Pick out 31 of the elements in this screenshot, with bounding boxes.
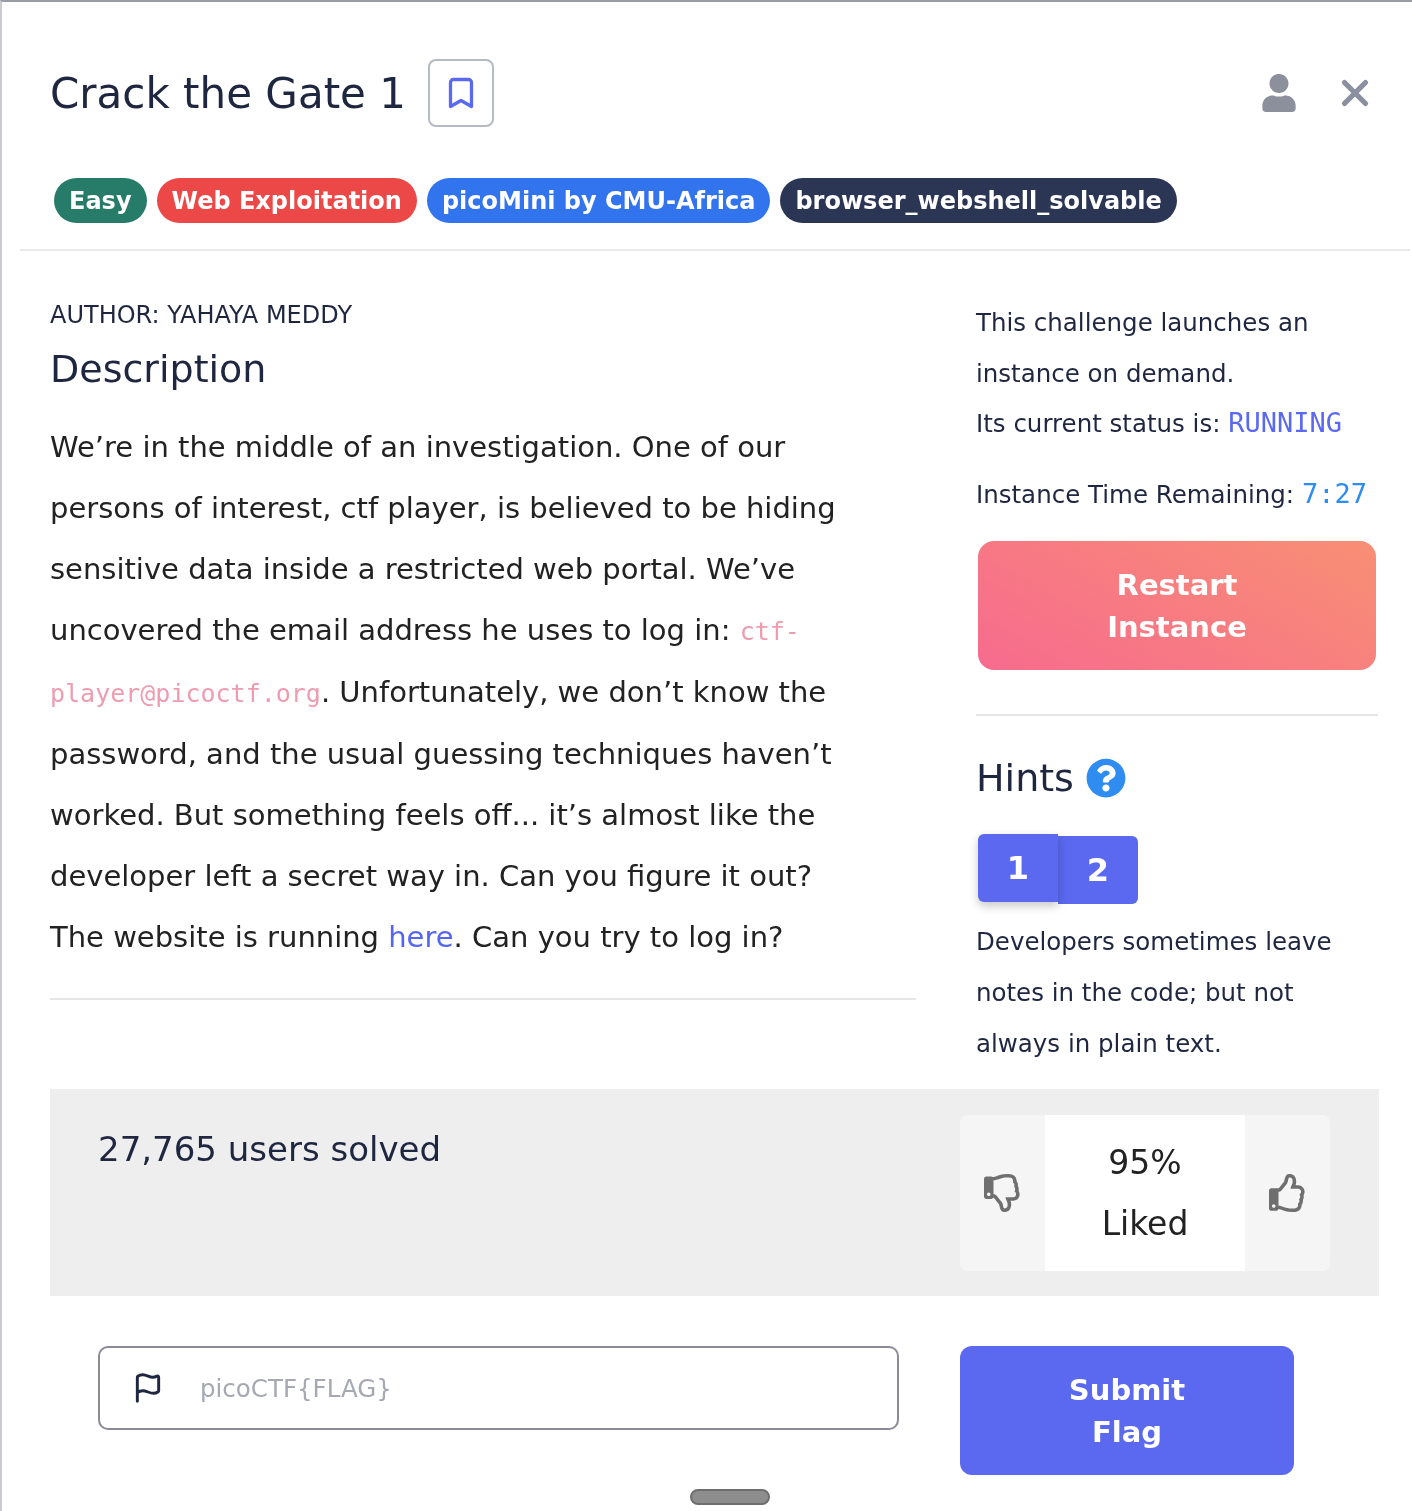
tag: browser_webshell_solvable — [780, 178, 1177, 223]
hints-heading: Hints — [976, 756, 1074, 800]
time-value: 7:27 — [1301, 478, 1367, 509]
submit-flag-button[interactable]: Submit Flag — [960, 1346, 1294, 1475]
hint-tab[interactable]: 1 — [978, 834, 1058, 902]
link[interactable]: here — [388, 920, 454, 954]
author-text: AUTHOR: YAHAYA MEDDY — [50, 301, 354, 329]
hint-text: Developers sometimes leave notes in the code; but not always in plain text. — [976, 926, 1333, 1060]
rating-percent: 95% — [1108, 1143, 1182, 1182]
user-icon — [1260, 74, 1298, 112]
description-heading: Description — [50, 347, 268, 391]
tag: Easy — [54, 178, 147, 223]
status-value: RUNNING — [1228, 407, 1343, 438]
bookmark-button[interactable] — [428, 59, 495, 127]
solved-count: 27,765 users solved — [98, 1129, 442, 1169]
rating-label: Liked — [1101, 1204, 1189, 1243]
user-button[interactable] — [1260, 74, 1298, 112]
time-label: Instance Time Remaining: — [976, 480, 1296, 509]
flag-input-field[interactable]: picoCTF{FLAG} — [98, 1346, 899, 1430]
tag: picoMini by CMU-Africa — [426, 178, 771, 223]
hint-tab[interactable]: 2 — [1058, 836, 1138, 904]
tag: Web Exploitation — [156, 178, 417, 223]
challenge-title: Crack the Gate 1 — [50, 68, 407, 118]
thumbs-up-icon — [1268, 1174, 1307, 1212]
description-text: We’re in the middle of an investigation. One of our persons of interest, ctf player, is believed to be hiding sensitive data inside a restricted web portal. We’ve uncovered the email address he uses to log in: ctf-player@picoctf.org. Unfortunately, we don’t know the password, and the usual guessing techniques haven’t worked. But something feels off... it’s almost like the developer left a secret way in. Can you figure it out? The website is running here. Can you try to log in? — [50, 429, 837, 956]
instance-intro: This challenge launches an instance on demand. — [976, 307, 1310, 390]
thumbs-down-icon — [983, 1174, 1022, 1212]
restart-instance-button[interactable]: Restart Instance — [978, 541, 1376, 670]
help-icon[interactable] — [1085, 758, 1126, 798]
scroll-handle[interactable] — [690, 1489, 770, 1505]
status-label: Its current status is: — [976, 409, 1222, 438]
